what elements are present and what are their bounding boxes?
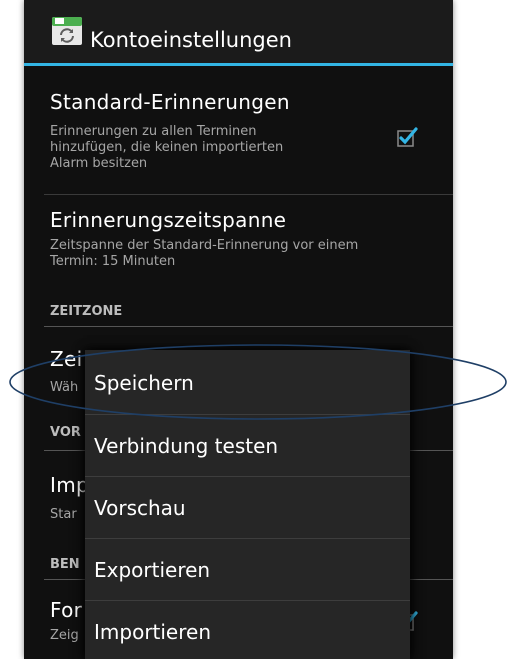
pref-reminder-span[interactable]: Erinnerungszeitspanne Zeitspanne der Sta… [24,195,453,290]
menu-item-export[interactable]: Exportieren [85,539,410,601]
pref-format-summary: Zeig [50,628,79,643]
summary-line: Termin: 15 Minuten [50,254,176,269]
section-header-3: BEN [50,557,80,572]
menu-item-preview[interactable]: Vorschau [85,477,410,539]
summary-line: Alarm besitzen [50,156,148,171]
pref-import-summary: Star [50,507,77,522]
calendar-sync-icon[interactable] [52,17,82,45]
section-header-timezone: ZEITZONE [50,304,123,319]
highlight-ellipse [9,344,507,420]
pref-standard-reminders-summary: Erinnerungen zu allen Terminen hinzufüge… [50,124,283,172]
page-title: Kontoeinstellungen [90,28,292,52]
phone-screen: Kontoeinstellungen Standard-Erinnerungen… [24,0,453,659]
pref-reminder-span-title: Erinnerungszeitspanne [50,208,287,232]
pref-standard-reminders-title: Standard-Erinnerungen [50,90,290,114]
standard-reminders-checkbox[interactable] [397,126,418,147]
summary-line: Zeitspanne der Standard-Erinnerung vor e… [50,238,359,253]
action-bar: Kontoeinstellungen [24,0,453,66]
pref-standard-reminders[interactable]: Standard-Erinnerungen Erinnerungen zu al… [24,66,453,194]
menu-item-import[interactable]: Importieren [85,601,410,659]
pref-reminder-span-summary: Zeitspanne der Standard-Erinnerung vor e… [50,238,358,270]
summary-line: Erinnerungen zu allen Terminen [50,124,257,139]
pref-import-title: Imp [50,473,89,497]
summary-line: hinzufügen, die keinen importierten [50,140,284,155]
pref-format-title: For [50,598,83,622]
